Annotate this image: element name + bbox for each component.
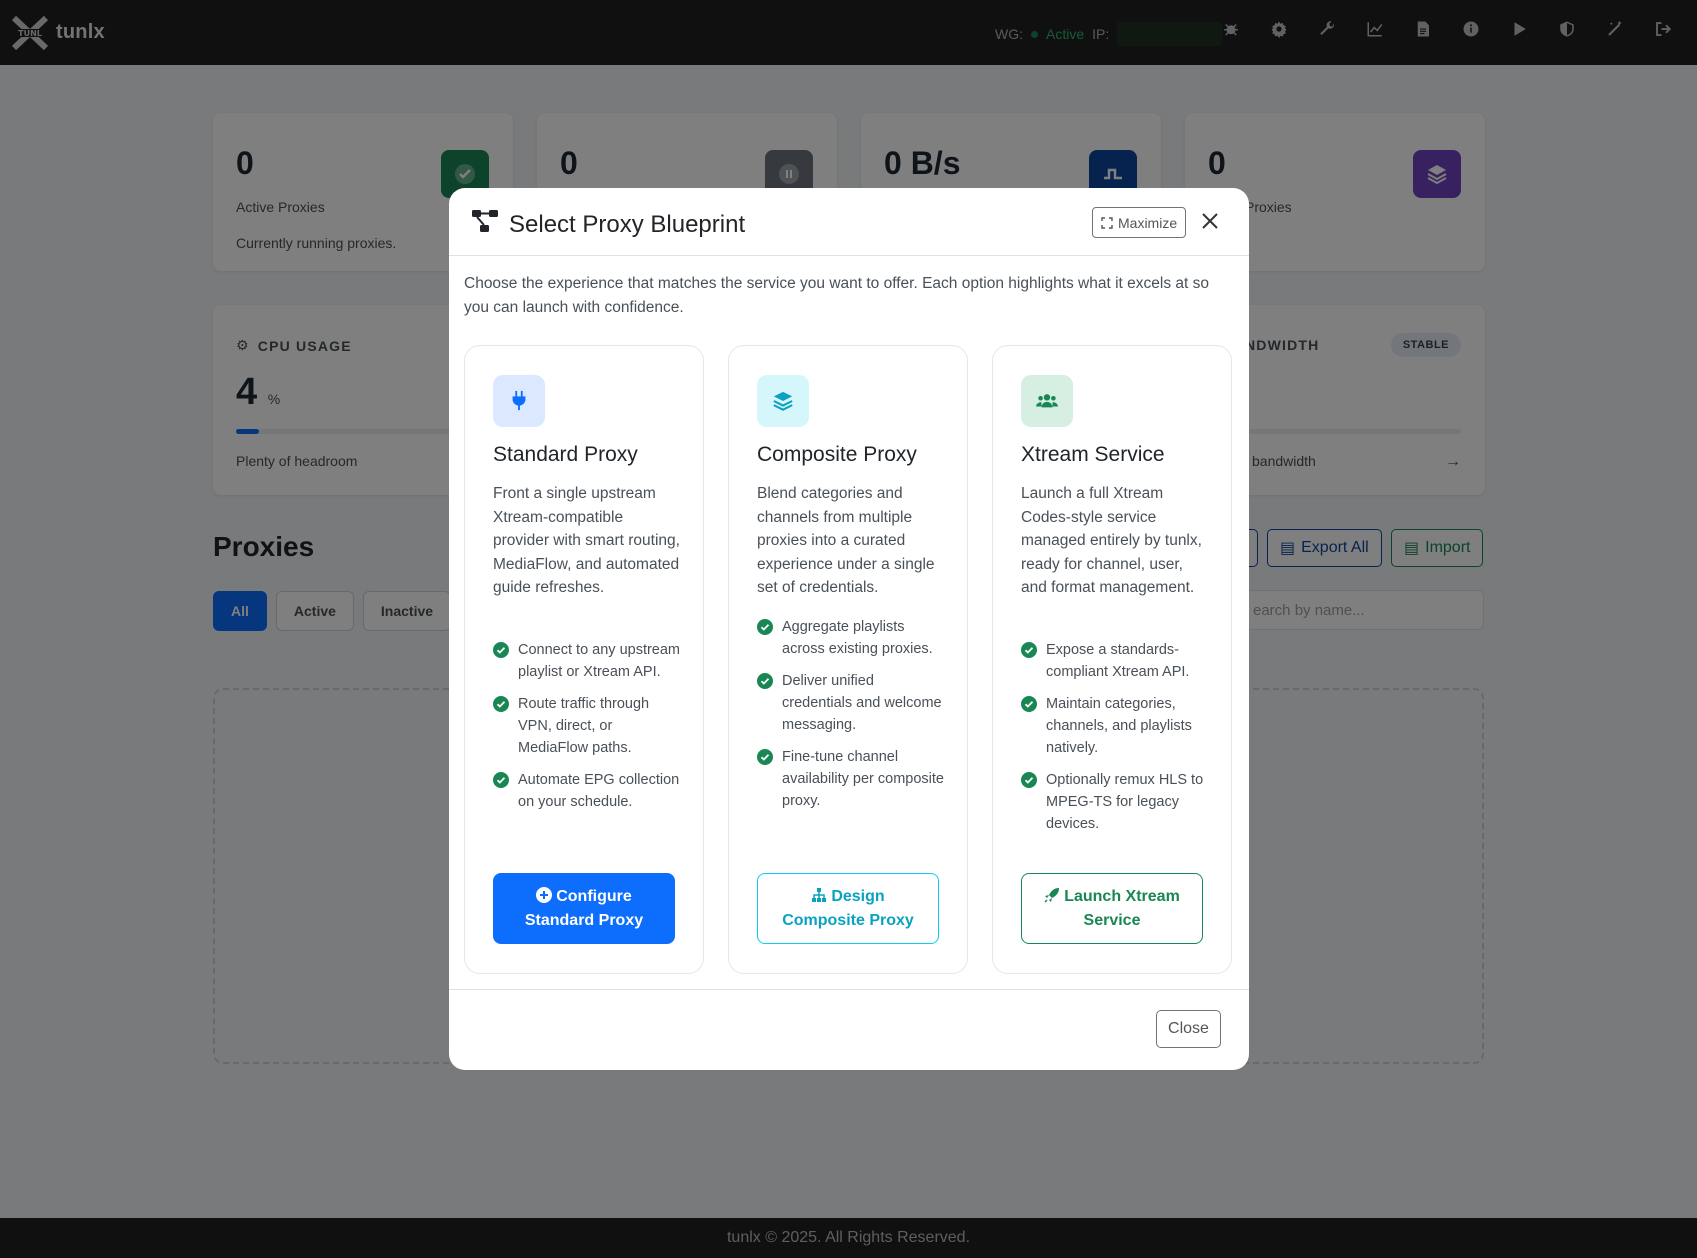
expand-icon	[1101, 216, 1113, 229]
option-title: Composite Proxy	[757, 443, 917, 466]
check-circle-icon	[757, 619, 773, 635]
sitemap-icon	[812, 887, 827, 902]
option-title: Xtream Service	[1021, 443, 1165, 466]
option-description: Blend categories and channels from multi…	[757, 485, 935, 596]
configure-standard-proxy-button[interactable]: Configure Standard Proxy	[493, 873, 675, 944]
option-title: Standard Proxy	[493, 443, 638, 466]
check-circle-icon	[493, 772, 509, 788]
list-item: Route traffic through VPN, direct, or Me…	[493, 693, 683, 759]
launch-xtream-service-button[interactable]: Launch Xtream Service	[1021, 873, 1203, 944]
plug-icon	[493, 375, 545, 427]
feature-text: Deliver unified credentials and welcome …	[782, 673, 942, 733]
design-composite-proxy-button[interactable]: Design Composite Proxy	[757, 873, 939, 944]
modal-footer: Close	[449, 989, 1249, 1070]
rocket-icon	[1044, 887, 1060, 903]
select-proxy-blueprint-modal: Select Proxy Blueprint Maximize Choose t…	[449, 188, 1249, 1070]
list-item: Optionally remux HLS to MPEG-TS for lega…	[1021, 769, 1211, 835]
modal-header: Select Proxy Blueprint Maximize	[449, 188, 1249, 256]
option-composite-proxy: Composite Proxy Blend categories and cha…	[728, 345, 968, 974]
modal-title-text: Select Proxy Blueprint	[509, 210, 746, 238]
list-item: Aggregate playlists across existing prox…	[757, 616, 947, 660]
list-item: Automate EPG collection on your schedule…	[493, 769, 683, 813]
feature-list: Connect to any upstream playlist or Xtre…	[493, 639, 683, 823]
option-xtream-service: Xtream Service Launch a full Xtream Code…	[992, 345, 1232, 974]
users-icon	[1021, 375, 1073, 427]
feature-text: Expose a standards-compliant Xtream API.	[1046, 642, 1190, 680]
check-circle-icon	[757, 673, 773, 689]
check-circle-icon	[757, 749, 773, 765]
check-circle-icon	[1021, 696, 1037, 712]
feature-text: Route traffic through VPN, direct, or Me…	[518, 696, 650, 756]
list-item: Expose a standards-compliant Xtream API.	[1021, 639, 1211, 683]
list-item: Deliver unified credentials and welcome …	[757, 670, 947, 736]
feature-text: Fine-tune channel availability per compo…	[782, 749, 944, 809]
maximize-label: Maximize	[1118, 214, 1178, 231]
check-circle-icon	[1021, 642, 1037, 658]
list-item: Fine-tune channel availability per compo…	[757, 746, 947, 812]
button-label: Design Composite Proxy	[782, 887, 914, 929]
option-standard-proxy: Standard Proxy Front a single upstream X…	[464, 345, 704, 974]
feature-list: Expose a standards-compliant Xtream API.…	[1021, 639, 1211, 845]
feature-text: Automate EPG collection on your schedule…	[518, 772, 680, 810]
feature-text: Optionally remux HLS to MPEG-TS for lega…	[1046, 772, 1204, 832]
option-description: Launch a full Xtream Codes-style service…	[1021, 485, 1202, 596]
diagram-icon	[471, 208, 499, 241]
close-icon[interactable]	[1197, 208, 1223, 234]
plus-circle-icon	[536, 886, 553, 903]
layers-icon	[757, 375, 809, 427]
list-item: Connect to any upstream playlist or Xtre…	[493, 639, 683, 683]
feature-text: Maintain categories, channels, and playl…	[1046, 696, 1192, 756]
button-label: Launch Xtream Service	[1064, 887, 1180, 929]
modal-intro: Choose the experience that matches the s…	[464, 275, 1210, 316]
check-circle-icon	[1021, 772, 1037, 788]
feature-text: Connect to any upstream playlist or Xtre…	[518, 642, 681, 680]
option-description: Front a single upstream Xtream-compatibl…	[493, 485, 680, 596]
close-button[interactable]: Close	[1156, 1010, 1221, 1048]
feature-text: Aggregate playlists across existing prox…	[782, 619, 933, 657]
check-circle-icon	[493, 642, 509, 658]
list-item: Maintain categories, channels, and playl…	[1021, 693, 1211, 759]
maximize-button[interactable]: Maximize	[1092, 207, 1187, 238]
feature-list: Aggregate playlists across existing prox…	[757, 616, 947, 822]
modal-title: Select Proxy Blueprint	[471, 208, 745, 241]
check-circle-icon	[493, 696, 509, 712]
